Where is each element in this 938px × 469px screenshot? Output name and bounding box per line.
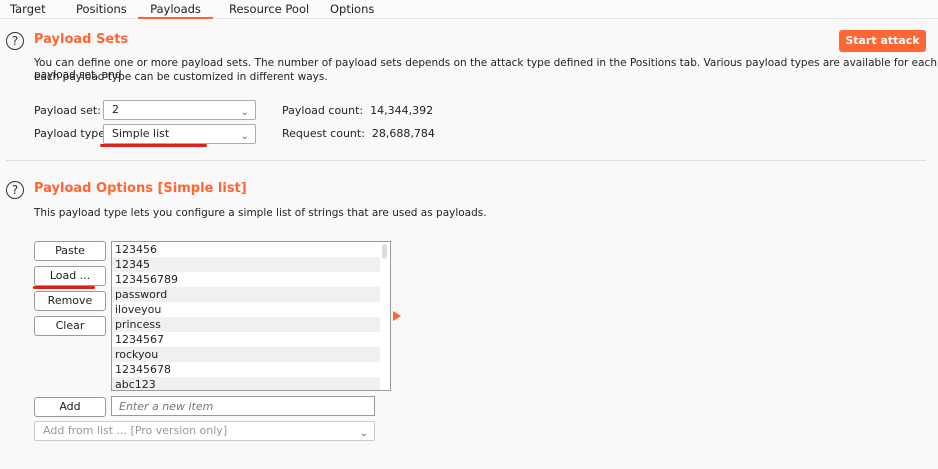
new-item-input[interactable]: [111, 396, 375, 416]
request-count-value: 28,688,784: [371, 127, 435, 140]
tab-bar: Target Positions Payloads Resource Pool …: [0, 0, 938, 19]
payload-type-label: Payload type:: [34, 127, 109, 140]
payload-list-rows: 123456 12345 123456789 password iloveyou…: [112, 242, 390, 390]
list-item[interactable]: rockyou: [112, 347, 380, 362]
payload-set-select[interactable]: 2 ⌄: [103, 100, 256, 120]
request-count: Request count: 28,688,784: [282, 127, 435, 140]
list-item[interactable]: 12345678: [112, 362, 380, 377]
tab-positions[interactable]: Positions: [76, 2, 127, 16]
list-item[interactable]: iloveyou: [112, 302, 380, 317]
expand-arrow-icon[interactable]: [393, 311, 401, 321]
payload-count: Payload count: 14,344,392: [282, 104, 433, 117]
paste-button[interactable]: Paste: [34, 241, 106, 261]
scrollbar[interactable]: [382, 244, 387, 259]
start-attack-button[interactable]: Start attack: [839, 30, 926, 52]
payload-set-label: Payload set:: [34, 104, 101, 117]
remove-button[interactable]: Remove: [34, 291, 106, 311]
list-item[interactable]: princess: [112, 317, 380, 332]
list-item[interactable]: abc123: [112, 377, 380, 390]
help-icon[interactable]: ?: [6, 181, 24, 199]
payload-count-value: 14,344,392: [370, 104, 434, 117]
tab-target[interactable]: Target: [10, 2, 46, 16]
list-item[interactable]: 1234567: [112, 332, 380, 347]
payload-sets-description-2: each payload type can be customized in d…: [34, 71, 328, 83]
red-underline-annotation: [33, 286, 95, 289]
chevron-down-icon: ⌄: [240, 131, 249, 142]
list-item[interactable]: 123456: [112, 242, 380, 257]
payload-list[interactable]: 123456 12345 123456789 password iloveyou…: [111, 241, 391, 391]
list-item[interactable]: 12345: [112, 257, 380, 272]
payload-type-select[interactable]: Simple list ⌄: [103, 124, 256, 144]
payload-set-value: 2: [112, 103, 119, 116]
add-from-list-value: Add from list ... [Pro version only]: [43, 424, 228, 437]
tab-resource-pool[interactable]: Resource Pool: [229, 2, 309, 16]
add-from-list-select: Add from list ... [Pro version only] ⌄: [34, 421, 375, 441]
payload-options-title: Payload Options [Simple list]: [34, 181, 247, 196]
red-underline-annotation: [100, 144, 207, 147]
tab-payloads[interactable]: Payloads: [138, 2, 213, 19]
request-count-label: Request count:: [282, 127, 365, 140]
payload-sets-title: Payload Sets: [34, 32, 129, 47]
payload-count-label: Payload count:: [282, 104, 364, 117]
list-item[interactable]: password: [112, 287, 380, 302]
list-item[interactable]: 123456789: [112, 272, 380, 287]
payload-options-description: This payload type lets you configure a s…: [34, 207, 487, 219]
add-button[interactable]: Add: [34, 397, 106, 417]
tab-options[interactable]: Options: [330, 2, 374, 16]
clear-button[interactable]: Clear: [34, 316, 106, 336]
load-button[interactable]: Load ...: [34, 266, 106, 286]
chevron-down-icon: ⌄: [359, 428, 368, 439]
chevron-down-icon: ⌄: [240, 107, 249, 118]
help-icon[interactable]: ?: [6, 32, 24, 50]
payload-type-value: Simple list: [112, 127, 170, 140]
section-divider: [6, 160, 926, 161]
